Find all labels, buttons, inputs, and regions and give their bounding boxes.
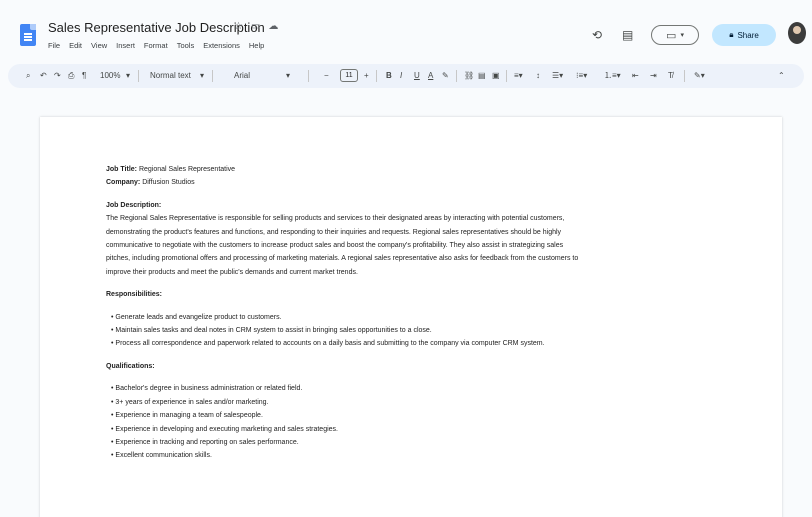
checklist-icon[interactable]: ☰▾	[552, 64, 563, 88]
font-size-input[interactable]: 11	[340, 69, 358, 82]
responsibility-item: • Process all correspondence and paperwo…	[111, 340, 545, 348]
toolbar-divider	[308, 70, 309, 82]
increase-font-size-icon[interactable]: +	[364, 64, 369, 88]
job-title-label: Job Title:	[106, 166, 137, 173]
redo-icon[interactable]: ↷	[54, 64, 61, 88]
move-folder-icon[interactable]: ▭	[251, 21, 260, 32]
font-chevron-icon[interactable]: ▾	[286, 64, 290, 88]
menu-edit[interactable]: Edit	[69, 41, 82, 50]
line-spacing-icon[interactable]: ↕	[536, 64, 540, 88]
style-chevron-icon[interactable]: ▾	[200, 64, 204, 88]
menu-format[interactable]: Format	[144, 41, 168, 50]
align-icon[interactable]: ≡▾	[514, 64, 523, 88]
print-icon[interactable]: ⎙	[68, 64, 74, 88]
avatar[interactable]	[788, 22, 806, 44]
company-label: Company:	[106, 179, 141, 187]
share-label: Share	[737, 30, 759, 40]
star-icon[interactable]: ☆	[234, 21, 243, 32]
menu-view[interactable]: View	[91, 41, 107, 50]
qualification-item: • Experience in developing and executing…	[111, 425, 338, 433]
indent-more-icon[interactable]: ⇥	[650, 64, 657, 88]
paint-format-icon[interactable]: ¶	[82, 64, 86, 88]
editing-mode-icon[interactable]: ✎▾	[694, 64, 705, 88]
clear-formatting-icon[interactable]: T̸	[668, 64, 673, 88]
description-heading: Job Description:	[106, 201, 162, 209]
document-body[interactable]: Job Title: Regional Sales Representative…	[106, 163, 722, 463]
toolbar-divider	[212, 70, 213, 82]
chevron-down-icon: ▾	[680, 32, 684, 39]
style-select[interactable]: Normal text	[150, 64, 191, 88]
qualification-item: • Bachelor's degree in business administ…	[111, 385, 303, 393]
collapse-toolbar-icon[interactable]: ⌃	[778, 64, 785, 88]
qualification-item: • 3+ years of experience in sales and/or…	[111, 398, 269, 406]
responsibilities-heading: Responsibilities:	[106, 291, 163, 299]
zoom-chevron-icon[interactable]: ▾	[126, 64, 130, 88]
highlight-icon[interactable]: ✎	[442, 64, 449, 88]
menu-help[interactable]: Help	[249, 41, 264, 50]
responsibility-item: • Maintain sales tasks and deal notes in…	[111, 327, 432, 335]
description-line: pitches, including promotional offers an…	[106, 255, 579, 263]
document-canvas[interactable]: Job Title: Regional Sales Representative…	[0, 95, 812, 517]
decrease-font-size-icon[interactable]: −	[324, 64, 329, 88]
toolbar-divider	[506, 70, 507, 82]
menu-file[interactable]: File	[48, 41, 60, 50]
toolbar-divider	[456, 70, 457, 82]
responsibility-item: • Generate leads and evangelize product …	[111, 313, 282, 321]
menu-insert[interactable]: Insert	[116, 41, 135, 50]
docs-logo-icon[interactable]	[20, 24, 36, 46]
title-icons: ☆ ▭ ☁	[234, 21, 278, 32]
numbered-list-icon[interactable]: ⒈≡▾	[604, 64, 621, 88]
toolbar-divider	[376, 70, 377, 82]
font-select[interactable]: Arial	[234, 64, 250, 88]
share-button[interactable]: 🔒︎ Share	[712, 24, 776, 46]
toolbar-divider	[684, 70, 685, 82]
qualification-item: • Experience in tracking and reporting o…	[111, 438, 299, 446]
description-line: communicative to negotiate with the cust…	[106, 242, 564, 250]
menu-extensions[interactable]: Extensions	[203, 41, 240, 50]
formatting-toolbar: ⌕ ↶ ↷ ⎙ ¶ 100% ▾ Normal text ▾ Arial ▾ −…	[8, 64, 804, 88]
text-color-icon[interactable]: A	[428, 64, 433, 88]
add-comment-icon[interactable]: ▤	[478, 64, 486, 88]
qualifications-heading: Qualifications:	[106, 362, 155, 370]
italic-icon[interactable]: I	[400, 64, 402, 88]
job-title-value: Regional Sales Representative	[138, 166, 236, 173]
video-call-icon: ▭	[666, 29, 677, 42]
comments-icon[interactable]: ▤	[622, 28, 633, 42]
company-value: Diffusion Studios	[142, 179, 195, 187]
indent-icon[interactable]: ⇤	[632, 64, 639, 88]
version-history-icon[interactable]: ⟲	[592, 28, 602, 42]
bulleted-list-icon[interactable]: ⁝≡▾	[576, 64, 587, 88]
menu-tools[interactable]: Tools	[177, 41, 195, 50]
meet-button[interactable]: ▭ ▾	[651, 25, 699, 45]
bold-icon[interactable]: B	[386, 64, 392, 88]
description-line: The Regional Sales Representative is res…	[106, 215, 565, 223]
undo-icon[interactable]: ↶	[40, 64, 47, 88]
search-menus-icon[interactable]: ⌕	[26, 64, 30, 88]
company-line: Company: Diffusion Studios	[106, 176, 722, 189]
qualification-item: • Excellent communication skills.	[111, 452, 212, 460]
job-title-line: Job Title: Regional Sales Representative	[106, 163, 722, 176]
description-line: demonstrating the product's features and…	[106, 228, 562, 236]
menu-bar: File Edit View Insert Format Tools Exten…	[48, 41, 264, 50]
insert-image-icon[interactable]: ▣	[492, 64, 500, 88]
document-page[interactable]: Job Title: Regional Sales Representative…	[40, 117, 782, 517]
cloud-status-icon[interactable]: ☁	[268, 21, 278, 32]
description-line: improve their products and meet the publ…	[106, 268, 358, 276]
lock-icon: 🔒︎	[729, 30, 734, 39]
docs-app: Sales Representative Job Description ☆ ▭…	[0, 0, 812, 517]
toolbar-divider	[138, 70, 139, 82]
document-title[interactable]: Sales Representative Job Description	[48, 20, 265, 35]
zoom-select[interactable]: 100%	[100, 64, 120, 88]
qualification-item: • Experience in managing a team of sales…	[111, 412, 263, 420]
title-bar: Sales Representative Job Description ☆ ▭…	[0, 0, 812, 62]
underline-icon[interactable]: U	[414, 64, 420, 88]
insert-link-icon[interactable]: ⛓	[464, 64, 474, 88]
